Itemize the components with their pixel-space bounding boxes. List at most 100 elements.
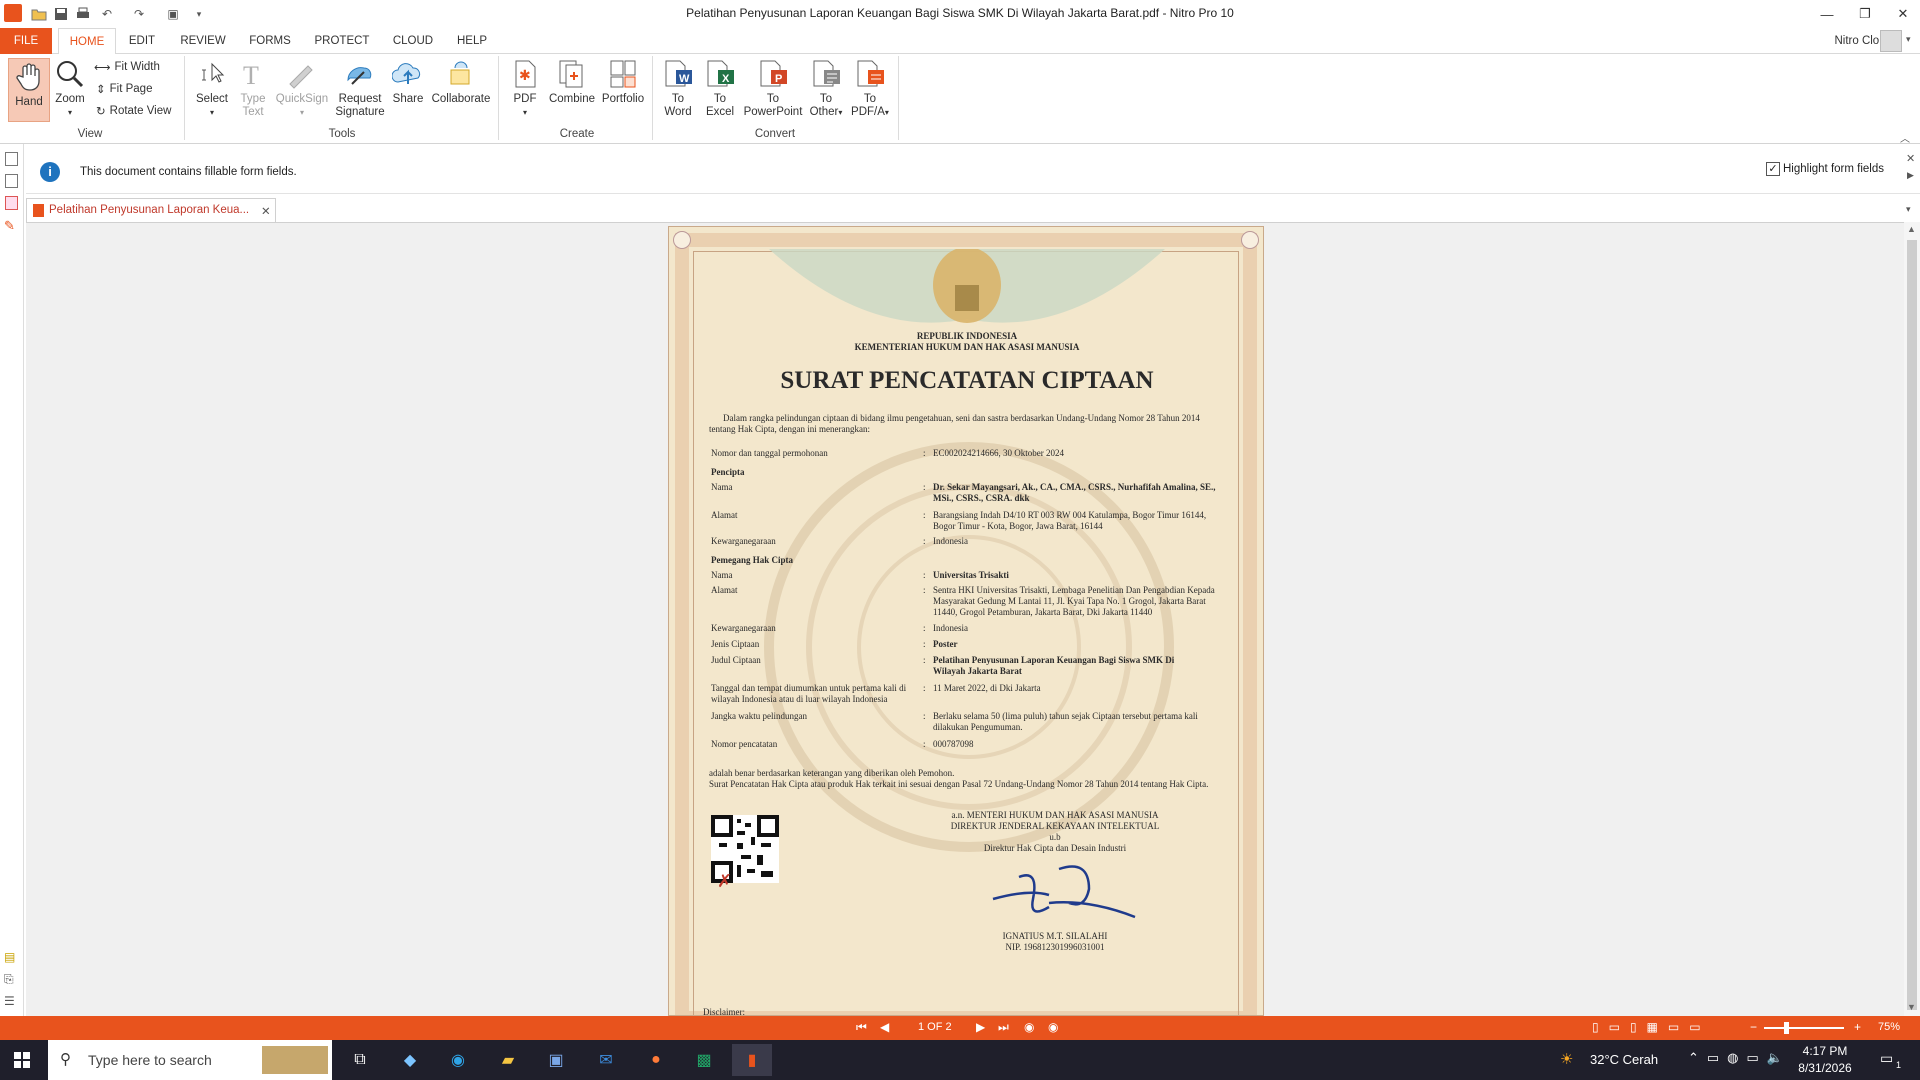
powerpoint-icon: P	[757, 58, 789, 90]
task-view-icon[interactable]: ⧉	[340, 1044, 380, 1076]
zoom-slider[interactable]	[1764, 1027, 1844, 1029]
chevron-down-icon[interactable]: ▾	[1906, 34, 1911, 45]
to-pdfa-button[interactable]: To PDF/A▾	[848, 58, 892, 119]
colon: :	[923, 711, 926, 721]
group-label-convert: Convert	[754, 128, 796, 140]
next-page-icon[interactable]: ▶	[976, 1020, 985, 1034]
firefox-icon[interactable]: ●	[636, 1044, 676, 1076]
other-format-icon	[810, 58, 842, 90]
field-label: Kewarganegaraan	[711, 536, 776, 546]
hand-tool-button[interactable]: Hand	[8, 58, 50, 122]
last-page-icon[interactable]: ⏭	[998, 1020, 1009, 1035]
svg-text:P: P	[775, 73, 782, 85]
status-bar: ⏮ ◀ 1 OF 2 ▶ ⏭ ◉ ◉ ▯▭▯▦▭▭ − + 75%	[0, 1016, 1920, 1040]
fit-width-button[interactable]: ⟷ Fit Width	[94, 60, 160, 74]
signature-icon	[992, 865, 1136, 919]
page-indicator[interactable]: 1 OF 2	[918, 1021, 952, 1033]
tab-home[interactable]: HOME	[58, 28, 116, 55]
close-infobar-icon[interactable]: ✕	[1906, 152, 1915, 165]
scroll-up-icon[interactable]: ▲	[1907, 224, 1916, 234]
next-view-icon[interactable]: ◉	[1048, 1020, 1058, 1034]
to-other-button[interactable]: To Other▾	[806, 58, 846, 119]
highlight-form-fields-toggle[interactable]: ✓ Highlight form fields	[1766, 162, 1884, 176]
request-signature-button[interactable]: Request Signature	[334, 58, 386, 119]
output-panel-icon[interactable]: ☰	[4, 994, 15, 1008]
tab-forms[interactable]: FORMS	[244, 28, 296, 54]
close-button[interactable]: ✕	[1880, 0, 1920, 28]
taskbar-search-box[interactable]: ⚲ Type here to search	[48, 1040, 332, 1080]
clock-date[interactable]: 8/31/2026	[1790, 1061, 1860, 1075]
windows-start-icon[interactable]	[2, 1044, 42, 1076]
select-button[interactable]: Select ▾	[194, 58, 230, 119]
checkbox-icon[interactable]: ✓	[1766, 162, 1780, 176]
collaborate-button[interactable]: Collaborate	[430, 58, 492, 106]
collapse-ribbon-icon[interactable]: ︿	[1900, 130, 1910, 145]
create-pdf-button[interactable]: ✱ PDF ▾	[508, 58, 542, 119]
clock-time[interactable]: 4:17 PM	[1790, 1044, 1860, 1058]
tab-list-chevron-icon[interactable]: ▾	[1906, 204, 1911, 215]
close-tab-icon[interactable]: ✕	[261, 204, 271, 218]
edge-icon[interactable]: ◉	[438, 1044, 478, 1076]
field-value: Universitas Trisakti	[933, 570, 1009, 580]
zoom-out-icon[interactable]: −	[1750, 1020, 1757, 1034]
pages-panel-icon[interactable]	[5, 152, 18, 166]
bookmarks-panel-icon[interactable]	[5, 174, 18, 188]
colon: :	[923, 683, 926, 693]
attachments-panel-icon[interactable]	[5, 196, 18, 210]
copilot-icon[interactable]: ◆	[390, 1044, 430, 1076]
weather-text[interactable]: 32°C Cerah	[1590, 1052, 1658, 1067]
zoom-button[interactable]: Zoom ▾	[54, 58, 86, 119]
quicksign-button[interactable]: QuickSign ▾	[274, 58, 330, 119]
to-excel-button[interactable]: X To Excel	[702, 58, 738, 119]
tab-file[interactable]: FILE	[0, 28, 52, 54]
window-title: Pelatihan Penyusunan Laporan Keuangan Ba…	[686, 6, 1234, 20]
field-value: Pelatihan Penyusunan Laporan Keuangan Ba…	[933, 655, 1175, 676]
signatory-line: DIREKTUR JENDERAL KEKAYAAN INTELEKTUAL	[950, 821, 1160, 831]
outlook-icon[interactable]: ✉	[586, 1044, 626, 1076]
previous-view-icon[interactable]: ◉	[1024, 1020, 1034, 1034]
excel-taskbar-icon[interactable]: ▩	[684, 1044, 724, 1076]
weather-icon[interactable]: ☀	[1560, 1050, 1573, 1068]
document-tab[interactable]: Pelatihan Penyusunan Laporan Keua... ✕	[26, 198, 276, 222]
previous-page-icon[interactable]: ◀	[880, 1020, 889, 1034]
search-highlight-image	[262, 1046, 328, 1074]
avatar[interactable]	[1880, 30, 1902, 52]
tab-cloud[interactable]: CLOUD	[386, 28, 440, 54]
scroll-down-icon[interactable]: ▼	[1907, 1002, 1916, 1012]
view-mode-icons[interactable]: ▯▭▯▦▭▭	[1592, 1020, 1711, 1034]
nitro-taskbar-icon[interactable]: ▮	[732, 1044, 772, 1076]
system-tray-icons[interactable]: ⌃▭◍▭🔈	[1688, 1050, 1791, 1066]
svg-text:✱: ✱	[519, 67, 531, 83]
signatures-panel-icon[interactable]: ✎	[4, 218, 15, 234]
signatory-line: Direktur Hak Cipta dan Desain Industri	[983, 843, 1127, 853]
comments-panel-icon[interactable]: ▤	[4, 950, 15, 964]
attachments-icon[interactable]: ⎘	[4, 972, 14, 987]
svg-text:X: X	[722, 73, 730, 85]
tab-edit[interactable]: EDIT	[122, 28, 162, 54]
file-explorer-icon[interactable]: ▰	[488, 1044, 528, 1076]
colon: :	[923, 570, 926, 580]
tab-help[interactable]: HELP	[450, 28, 494, 54]
ribbon-tabs: FILE HOME EDIT REVIEW FORMS PROTECT CLOU…	[0, 28, 1920, 55]
microsoft-store-icon[interactable]: ▣	[536, 1044, 576, 1076]
rotate-view-button[interactable]: ↻ Rotate View	[96, 104, 171, 118]
scroll-thumb[interactable]	[1907, 240, 1917, 1010]
intro-paragraph: Dalam rangka pelindungan ciptaan di bida…	[709, 413, 1200, 434]
expand-right-icon[interactable]: ▶	[1907, 170, 1914, 181]
combine-button[interactable]: Combine	[548, 58, 596, 106]
portfolio-button[interactable]: Portfolio	[600, 58, 646, 106]
fit-page-button[interactable]: ⇕ Fit Page	[96, 82, 152, 96]
vertical-scrollbar[interactable]: ▲ ▼	[1904, 222, 1920, 1016]
to-powerpoint-button[interactable]: P To PowerPoint	[742, 58, 804, 119]
tab-review[interactable]: REVIEW	[176, 28, 230, 54]
share-button[interactable]: Share	[390, 58, 426, 106]
ribbon: Hand Zoom ▾ ⟷ Fit Width ⇕ Fit Page ↻ Rotate…	[0, 54, 1920, 145]
zoom-in-icon[interactable]: +	[1854, 1020, 1861, 1034]
first-page-icon[interactable]: ⏮	[856, 1020, 867, 1035]
tab-protect[interactable]: PROTECT	[312, 28, 372, 54]
notification-icon[interactable]: ▭	[1880, 1050, 1893, 1067]
to-word-button[interactable]: W To Word	[660, 58, 696, 119]
zoom-slider-thumb[interactable]	[1784, 1022, 1789, 1034]
zoom-level[interactable]: 75%	[1878, 1021, 1900, 1033]
type-text-button[interactable]: T Type Text	[236, 58, 270, 119]
